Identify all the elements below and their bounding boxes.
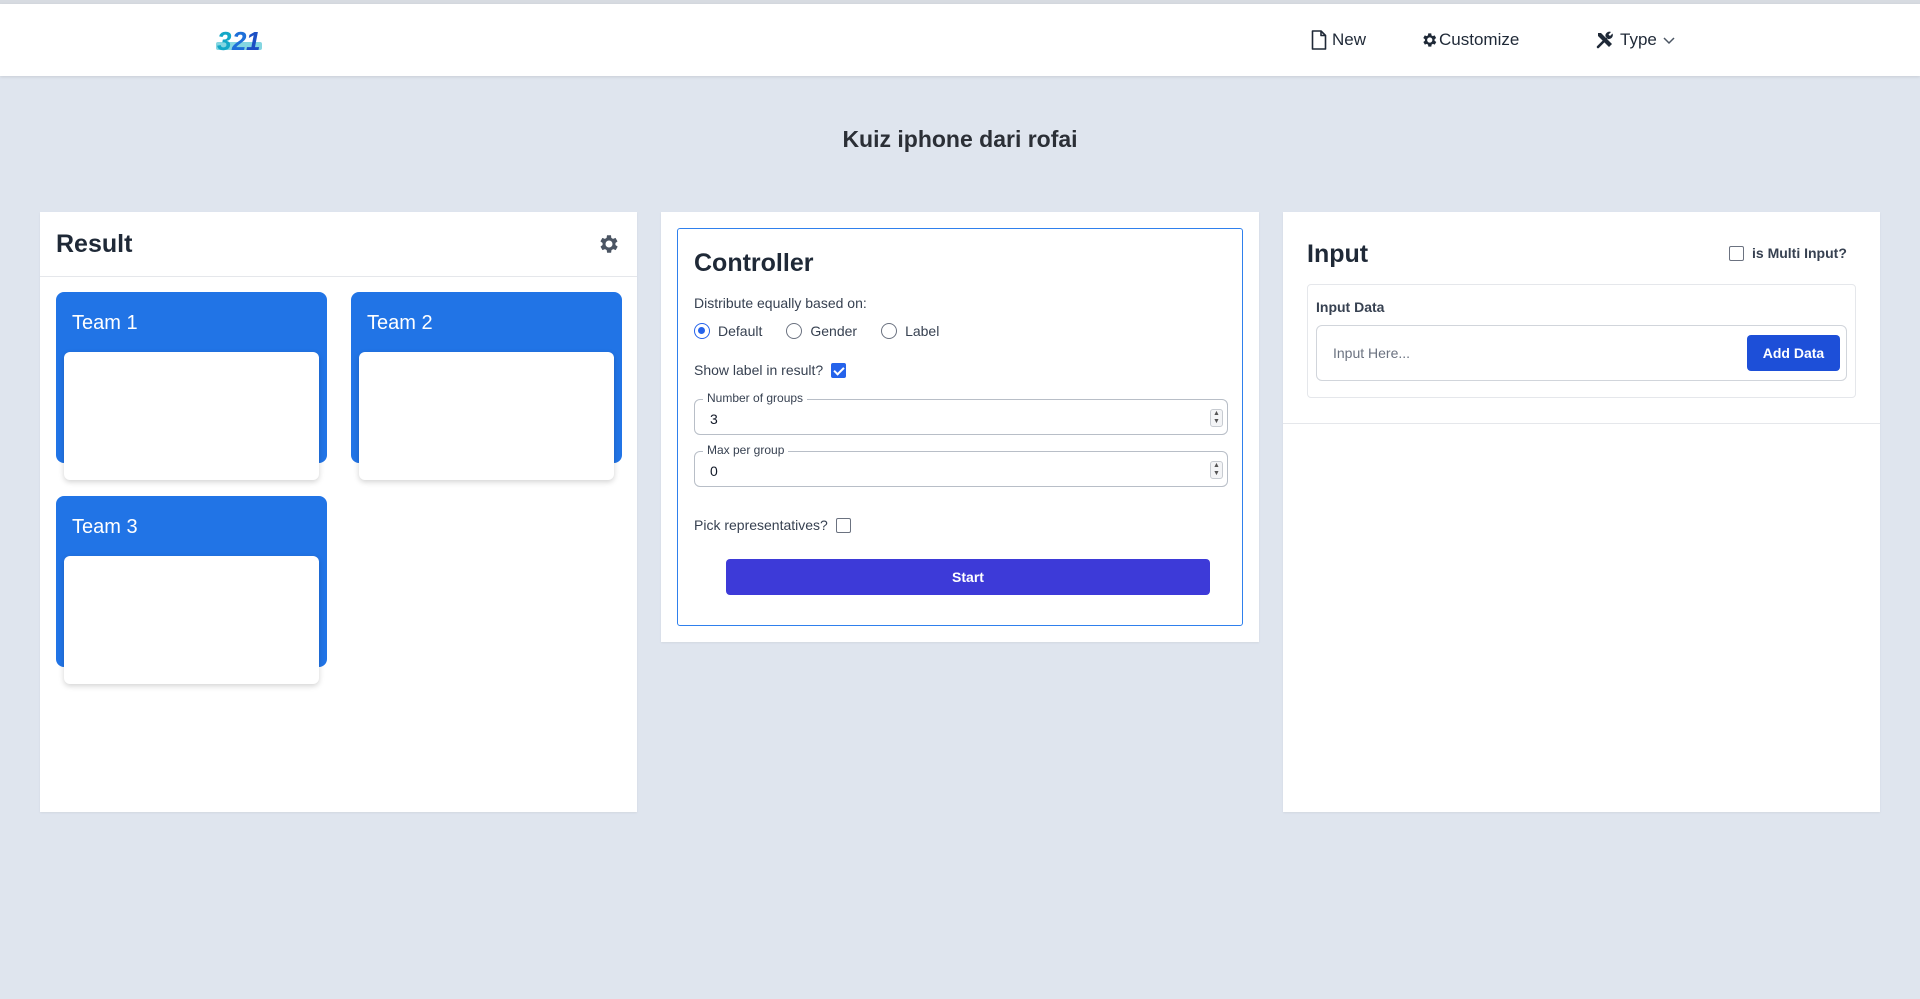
radio-gender-label: Gender xyxy=(810,323,858,339)
gear-icon xyxy=(1423,33,1437,47)
radio-default-button[interactable] xyxy=(694,323,710,339)
pick-representatives-text: Pick representatives? xyxy=(694,517,828,533)
multi-input-label: is Multi Input? xyxy=(1752,245,1847,261)
radio-label[interactable]: Label xyxy=(881,323,939,339)
show-label-row: Show label in result? xyxy=(694,362,847,378)
input-data-label: Input Data xyxy=(1316,299,1385,315)
number-of-groups-spinner[interactable]: ▲ ▼ xyxy=(1210,409,1223,427)
controller-panel: Controller Distribute equally based on: … xyxy=(661,212,1259,642)
team-card: Team 2 xyxy=(351,292,622,480)
max-per-group-field[interactable]: Max per group 0 ▲ ▼ xyxy=(694,443,1228,487)
nav-new[interactable]: New xyxy=(1311,30,1366,50)
input-data-box: Input Data Add Data xyxy=(1307,284,1856,398)
radio-label-label: Label xyxy=(905,323,940,339)
chevron-down-icon xyxy=(1663,37,1675,45)
start-button[interactable]: Start xyxy=(726,559,1210,595)
radio-default-label: Default xyxy=(718,323,763,339)
input-data-field[interactable] xyxy=(1318,327,1738,379)
pick-representatives-row: Pick representatives? xyxy=(694,517,851,533)
file-icon xyxy=(1311,30,1327,50)
nav-new-label: New xyxy=(1332,30,1367,49)
max-per-group-spinner[interactable]: ▲ ▼ xyxy=(1210,461,1223,479)
result-header: Result xyxy=(40,212,637,277)
team-card: Team 1 xyxy=(56,292,327,480)
page-title: Kuiz iphone dari rofai xyxy=(842,126,1078,152)
number-of-groups-label: Number of groups xyxy=(703,391,808,405)
radio-gender-button[interactable] xyxy=(786,323,803,339)
svg-text:1: 1 xyxy=(246,26,260,56)
svg-text:3: 3 xyxy=(217,26,232,56)
radio-gender[interactable]: Gender xyxy=(786,323,857,339)
number-of-groups-value[interactable]: 3 xyxy=(710,411,718,427)
add-data-button[interactable]: Add Data xyxy=(1747,335,1840,371)
multi-input-checkbox[interactable] xyxy=(1729,245,1744,261)
controller-title: Controller xyxy=(694,249,814,277)
max-per-group-label: Max per group xyxy=(703,443,789,457)
radio-default[interactable]: Default xyxy=(694,323,762,339)
input-header: Input is Multi Input? Input Data Add Dat… xyxy=(1283,212,1880,424)
team-name: Team 3 xyxy=(72,516,138,538)
multi-input-toggle[interactable]: is Multi Input? xyxy=(1729,245,1847,261)
input-title: Input xyxy=(1307,240,1369,268)
distribute-label: Distribute equally based on: xyxy=(694,295,867,311)
nav-customize-label: Customize xyxy=(1439,30,1520,49)
nav-type-dropdown[interactable]: Type xyxy=(1595,30,1676,50)
app-logo[interactable]: 3 2 1 xyxy=(216,26,262,56)
show-label-text: Show label in result? xyxy=(694,362,824,378)
team-name: Team 1 xyxy=(72,312,138,334)
max-per-group-value[interactable]: 0 xyxy=(710,463,718,479)
result-settings-gear-icon[interactable] xyxy=(596,232,620,256)
number-of-groups-field[interactable]: Number of groups 3 ▲ ▼ xyxy=(694,391,1228,435)
pick-representatives-checkbox[interactable] xyxy=(835,517,851,533)
navbar: 3 2 1 New Customize Type xyxy=(0,4,1920,76)
input-data-row: Add Data xyxy=(1316,325,1847,381)
input-panel: Input is Multi Input? Input Data Add Dat… xyxy=(1283,212,1880,812)
team-members-area xyxy=(64,352,319,480)
controller-form: Controller Distribute equally based on: … xyxy=(677,228,1243,626)
team-members-area xyxy=(64,556,319,684)
result-title: Result xyxy=(56,230,133,258)
radio-label-button[interactable] xyxy=(881,323,898,339)
svg-text:2: 2 xyxy=(231,26,247,56)
team-name: Team 2 xyxy=(367,312,433,334)
team-members-area xyxy=(359,352,614,480)
team-card: Team 3 xyxy=(56,496,327,684)
nav-type-label: Type xyxy=(1620,30,1657,49)
distribute-radio-group: Default Gender Label xyxy=(694,323,963,339)
tools-icon xyxy=(1596,31,1613,49)
show-label-checkbox[interactable] xyxy=(831,362,847,378)
result-panel: Result Team 1 Team 2 Team 3 xyxy=(40,212,637,812)
nav-customize[interactable]: Customize xyxy=(1420,30,1519,50)
